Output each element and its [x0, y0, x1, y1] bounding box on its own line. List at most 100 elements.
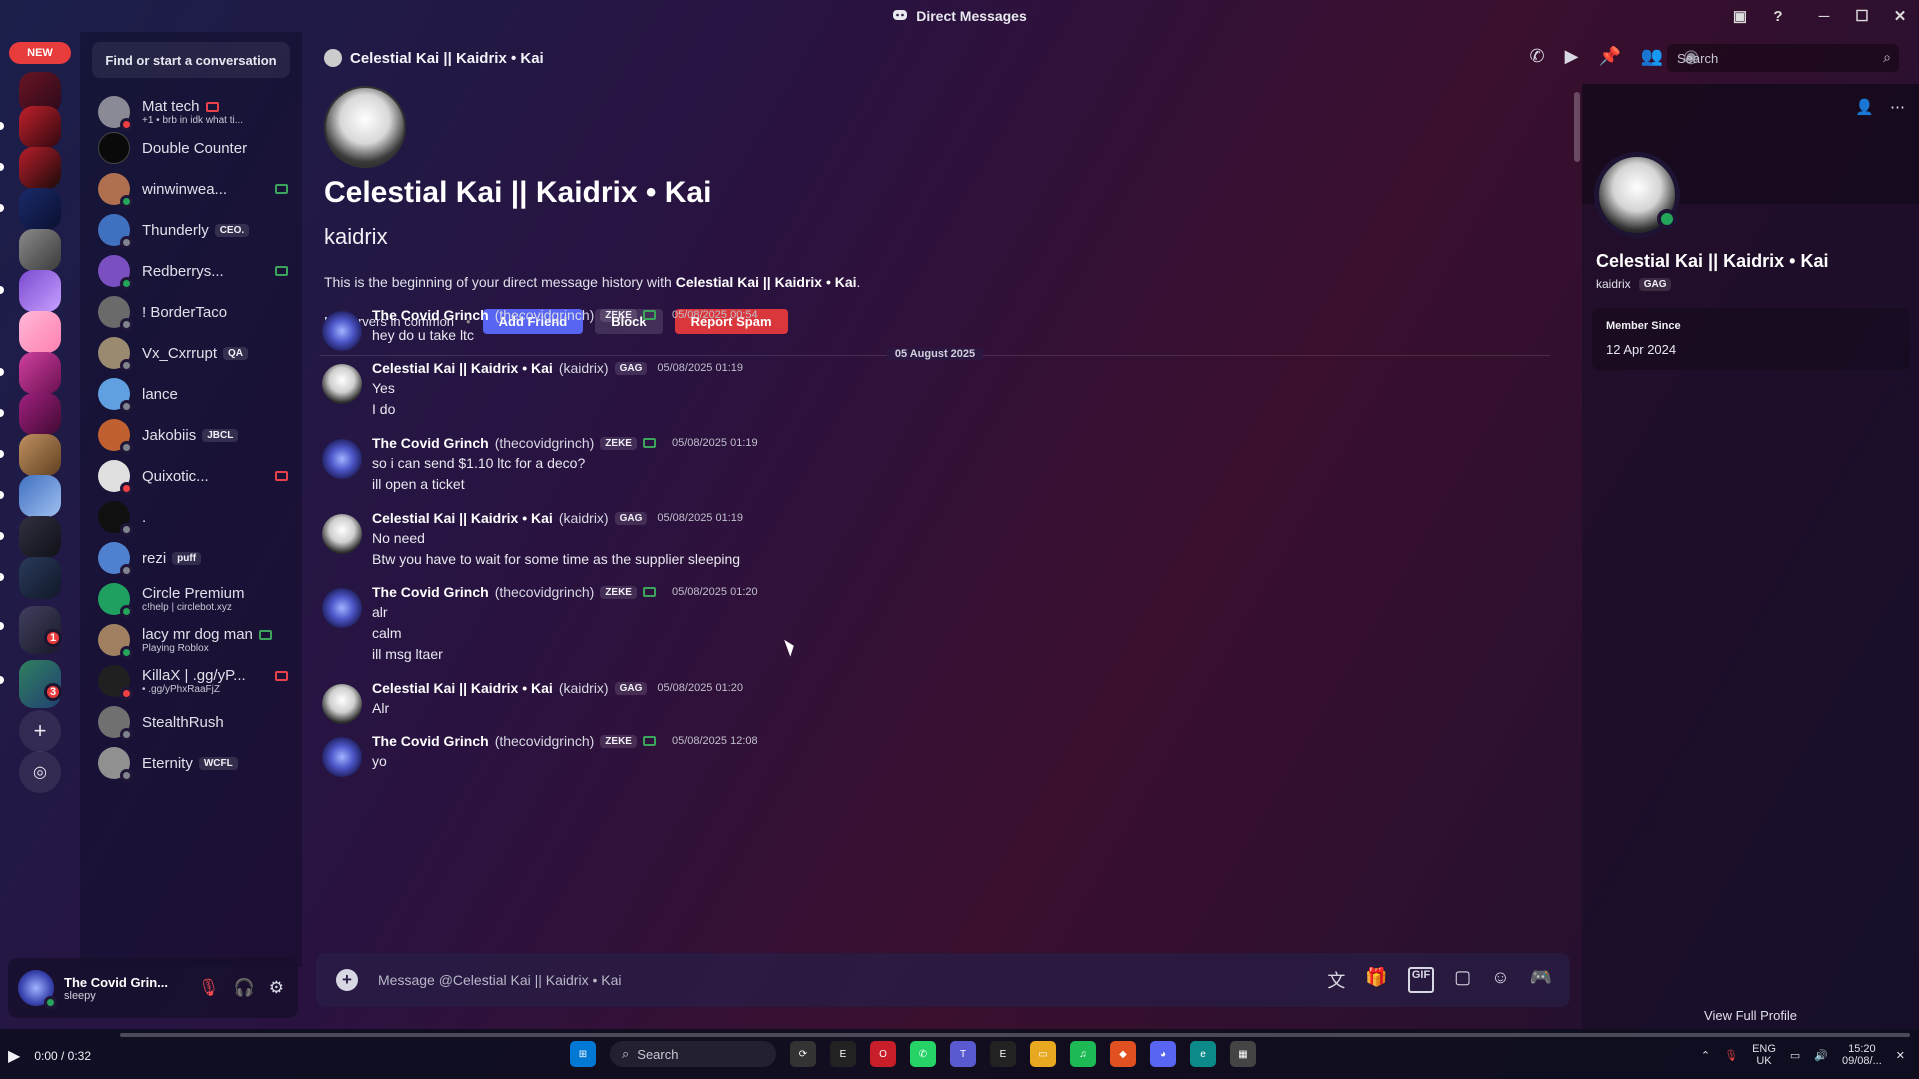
server-icon[interactable] — [19, 352, 61, 394]
message-composer[interactable]: + Message @Celestial Kai || Kaidrix • Ka… — [316, 953, 1570, 1007]
network-icon[interactable]: ▭ — [1790, 1049, 1800, 1062]
gift-icon[interactable]: 🎁 — [1365, 967, 1387, 993]
find-conversation-button[interactable]: Find or start a conversation — [92, 42, 290, 78]
whatsapp-icon[interactable]: ✆ — [910, 1041, 936, 1067]
voice-call-icon[interactable]: ✆ — [1530, 46, 1545, 67]
server-icon[interactable] — [19, 516, 61, 558]
add-server-button[interactable]: + — [19, 710, 61, 752]
gear-icon[interactable]: ⚙ — [269, 978, 284, 998]
volume-icon[interactable]: 🔊 — [1814, 1049, 1828, 1062]
dm-item[interactable]: KillaX | .gg/yP... • .gg/yPhxRaaFjZ — [88, 659, 294, 703]
view-full-profile-link[interactable]: View Full Profile — [1582, 1008, 1919, 1023]
page-title: Celestial Kai || Kaidrix • Kai — [350, 49, 544, 67]
server-icon[interactable] — [19, 311, 61, 353]
dm-item[interactable]: Vx_Cxrrupt QA — [88, 331, 294, 375]
search-icon: ⌕ — [1883, 49, 1891, 65]
epic-games-icon[interactable]: E — [990, 1041, 1016, 1067]
message-author[interactable]: The Covid Grinch — [372, 435, 489, 451]
notifications-icon[interactable]: ✕ — [1896, 1049, 1905, 1062]
message-author[interactable]: Celestial Kai || Kaidrix • Kai — [372, 360, 553, 376]
message-author[interactable]: Celestial Kai || Kaidrix • Kai — [372, 680, 553, 696]
dm-item[interactable]: Jakobiis JBCL — [88, 413, 294, 457]
server-icon[interactable] — [19, 434, 61, 476]
server-icon[interactable] — [19, 475, 61, 517]
avatar[interactable] — [322, 364, 362, 404]
dm-item[interactable]: Thunderly CEO. — [88, 208, 294, 252]
server-icon[interactable] — [19, 393, 61, 435]
app-icon[interactable]: ⟳ — [790, 1041, 816, 1067]
avatar[interactable] — [322, 514, 362, 554]
avatar[interactable] — [322, 588, 362, 628]
dm-item[interactable]: Eternity WCFL — [88, 741, 294, 785]
dm-item[interactable]: winwinwea... — [88, 167, 294, 211]
dm-item[interactable]: rezi puff — [88, 536, 294, 580]
spotify-icon[interactable]: ♫ — [1070, 1041, 1096, 1067]
app-icon[interactable]: ▦ — [1230, 1041, 1256, 1067]
server-icon[interactable] — [19, 106, 61, 148]
language-indicator[interactable]: ENG UK — [1752, 1043, 1776, 1067]
add-friend-icon[interactable]: 👤 — [1855, 98, 1874, 116]
translate-icon[interactable]: 文 — [1327, 967, 1345, 993]
dm-item[interactable]: Quixotic... — [88, 454, 294, 498]
help-icon[interactable]: ? — [1759, 8, 1797, 25]
server-tag: ZEKE — [600, 436, 637, 450]
microphone-icon[interactable]: 🎙 — [1724, 1049, 1738, 1062]
teams-icon[interactable]: T — [950, 1041, 976, 1067]
start-icon[interactable]: ⊞ — [570, 1041, 596, 1067]
epic-games-icon[interactable]: E — [830, 1041, 856, 1067]
sticker-icon[interactable]: ▢ — [1454, 967, 1471, 993]
app-icon[interactable]: ◆ — [1110, 1041, 1136, 1067]
video-progress-bar[interactable] — [120, 1033, 1910, 1037]
dm-item[interactable]: lacy mr dog man Playing Roblox — [88, 618, 294, 662]
server-icon[interactable] — [19, 229, 61, 271]
message-author[interactable]: Celestial Kai || Kaidrix • Kai — [372, 510, 553, 526]
server-icon[interactable] — [19, 270, 61, 312]
file-explorer-icon[interactable]: ▭ — [1030, 1041, 1056, 1067]
message-author[interactable]: The Covid Grinch — [372, 307, 489, 323]
activities-icon[interactable]: 🎮 — [1530, 967, 1552, 993]
dm-item[interactable]: lance — [88, 372, 294, 416]
taskbar-search[interactable]: ⌕ Search — [610, 1041, 776, 1067]
new-badge[interactable]: NEW — [9, 42, 71, 64]
headphones-icon[interactable]: 🎧 — [234, 978, 255, 998]
avatar[interactable] — [322, 737, 362, 777]
dm-item[interactable]: Redberrys... — [88, 249, 294, 293]
chat-scrollbar[interactable] — [1574, 92, 1580, 162]
server-folder[interactable] — [19, 557, 61, 599]
server-icon[interactable] — [19, 188, 61, 230]
discord-icon[interactable]: ◕ — [1150, 1041, 1176, 1067]
message-author[interactable]: The Covid Grinch — [372, 584, 489, 600]
dm-item[interactable]: Circle Premium c!help | circlebot.xyz — [88, 577, 294, 621]
message-input[interactable]: Message @Celestial Kai || Kaidrix • Kai — [378, 972, 621, 988]
avatar[interactable] — [322, 311, 362, 351]
explore-servers-button[interactable]: ◎ — [19, 751, 61, 793]
maximize-button[interactable]: ☐ — [1843, 7, 1881, 25]
avatar[interactable] — [322, 439, 362, 479]
video-call-icon[interactable]: ▶ — [1565, 46, 1579, 67]
pinned-messages-icon[interactable]: 📌 — [1598, 46, 1620, 67]
message: The Covid Grinch (thecovidgrinch) ZEKE 05/0… — [320, 733, 1520, 777]
more-options-icon[interactable]: ⋯ — [1890, 98, 1905, 116]
search-input[interactable]: Search ⌕ — [1667, 44, 1899, 72]
avatar[interactable] — [322, 684, 362, 724]
close-button[interactable]: ✕ — [1881, 7, 1919, 25]
avatar[interactable] — [18, 970, 57, 1009]
dm-item[interactable]: . — [88, 495, 294, 539]
server-icon[interactable] — [19, 147, 61, 189]
play-icon[interactable]: ▶ — [8, 1046, 20, 1066]
dm-item[interactable]: Double Counter — [88, 126, 294, 170]
dm-item[interactable]: StealthRush — [88, 700, 294, 744]
edge-icon[interactable]: e — [1190, 1041, 1216, 1067]
emoji-icon[interactable]: ☺ — [1491, 967, 1509, 993]
inbox-icon[interactable]: ▣ — [1721, 7, 1759, 25]
opera-icon[interactable]: O — [870, 1041, 896, 1067]
dm-item[interactable]: ! BorderTaco — [88, 290, 294, 334]
mute-icon[interactable]: 🎙 — [198, 978, 220, 998]
chevron-up-icon[interactable]: ⌃ — [1701, 1049, 1710, 1062]
minimize-button[interactable]: ─ — [1805, 8, 1843, 25]
message-author[interactable]: The Covid Grinch — [372, 733, 489, 749]
gif-icon[interactable]: GIF — [1407, 967, 1435, 993]
add-friends-to-dm-icon[interactable]: 👥 — [1641, 46, 1663, 67]
clock[interactable]: 15:20 09/08/... — [1842, 1043, 1882, 1067]
upload-plus-button[interactable]: + — [336, 969, 358, 991]
